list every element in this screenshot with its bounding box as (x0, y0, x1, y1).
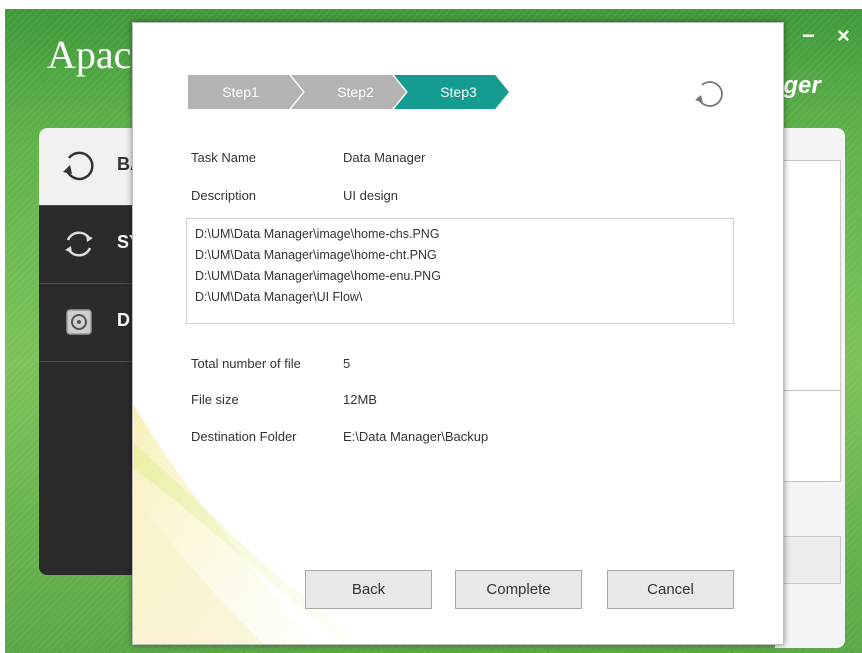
task-name-value: Data Manager (343, 150, 426, 165)
step-indicator: Step1 Step2 Step3 (188, 75, 518, 109)
file-list[interactable]: D:\UM\Data Manager\image\home-chs.PNG D:… (186, 218, 734, 324)
total-files-label: Total number of file (191, 356, 301, 371)
description-value: UI design (343, 188, 398, 203)
complete-button[interactable]: Complete (455, 570, 582, 609)
panel-button[interactable] (783, 536, 841, 584)
minimize-button[interactable]: − (802, 23, 815, 49)
description-label: Description (191, 188, 257, 203)
step-1: Step1 (188, 75, 303, 109)
list-item[interactable]: D:\UM\Data Manager\image\home-cht.PNG (195, 245, 725, 266)
decorative-swoosh (133, 403, 363, 644)
list-item[interactable]: D:\UM\Data Manager\image\home-chs.PNG (195, 224, 725, 245)
sidebar-item-label: D (117, 310, 130, 330)
file-size-value: 12MB (343, 392, 377, 407)
destination-folder-value: E:\Data Manager\Backup (343, 429, 489, 444)
disk-icon (66, 309, 92, 335)
file-size-label: File size (191, 392, 239, 407)
sync-icon (65, 231, 93, 257)
list-item[interactable]: D:\UM\Data Manager\UI Flow\ (195, 287, 725, 308)
refresh-icon[interactable] (693, 78, 725, 110)
content-box (783, 390, 841, 482)
list-item[interactable]: D:\UM\Data Manager\image\home-enu.PNG (195, 266, 725, 287)
app-logo: Apac (47, 32, 132, 77)
step-3-active: Step3 (394, 75, 509, 109)
destination-folder-label: Destination Folder (191, 429, 297, 444)
total-files-value: 5 (343, 356, 351, 371)
cancel-button[interactable]: Cancel (607, 570, 734, 609)
backup-icon (63, 151, 94, 181)
close-button[interactable]: × (837, 23, 850, 49)
task-name-label: Task Name (191, 150, 257, 165)
step-2: Step2 (291, 75, 406, 109)
content-box (783, 160, 841, 392)
app-content-panel (775, 128, 845, 648)
task-wizard-dialog: Step1 Step2 Step3 Task Name Data Manager… (132, 22, 784, 645)
back-button[interactable]: Back (305, 570, 432, 609)
